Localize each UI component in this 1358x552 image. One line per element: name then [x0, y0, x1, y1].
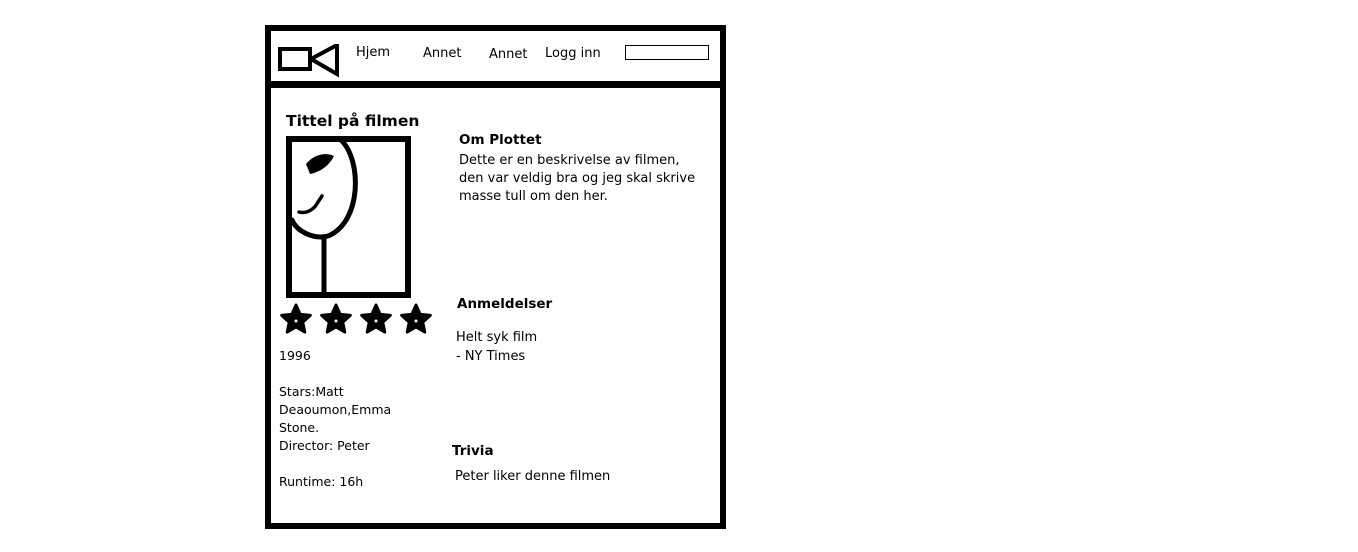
trivia-text: Peter liker denne filmen — [455, 469, 611, 484]
page-frame: Hjem Annet Annet Logg inn Tittel på film… — [265, 25, 726, 529]
star-icon — [280, 303, 312, 334]
plot-line-3: masse tull om den her. — [459, 189, 608, 204]
navbar: Hjem Annet Annet Logg inn — [271, 31, 720, 88]
release-year: 1996 — [279, 348, 311, 363]
plot-line-1: Dette er en beskrivelse av filmen, — [459, 153, 680, 168]
video-camera-icon[interactable] — [278, 44, 342, 78]
trivia-heading: Trivia — [452, 443, 494, 459]
search-input[interactable] — [625, 45, 709, 60]
plot-description: Dette er en beskrivelse av filmen, den v… — [459, 152, 695, 206]
nav-hjem-link[interactable]: Hjem — [356, 45, 390, 60]
face-drawing-icon — [286, 136, 411, 298]
director: Director: Peter — [279, 438, 370, 453]
cast-line-1: Stars:Matt — [279, 384, 344, 399]
review-item: Helt syk film - NY Times — [456, 328, 537, 366]
review-source: - NY Times — [456, 349, 526, 364]
runtime: Runtime: 16h — [279, 474, 364, 489]
plot-line-2: den var veldig bra og jeg skal skrive — [459, 171, 696, 186]
nav-annet-link-2[interactable]: Annet — [489, 47, 527, 62]
cast-line-2: Deaoumon,Emma — [279, 402, 392, 417]
review-quote: Helt syk film — [456, 330, 538, 345]
star-icon — [360, 303, 392, 334]
star-icon — [320, 303, 352, 334]
plot-heading: Om Plottet — [459, 132, 542, 148]
movie-title: Tittel på filmen — [286, 112, 420, 130]
nav-annet-link-1[interactable]: Annet — [423, 46, 461, 61]
cast-line-3: Stone. — [279, 420, 320, 435]
reviews-heading: Anmeldelser — [457, 296, 553, 312]
star-icon — [400, 303, 432, 334]
star-rating — [280, 303, 435, 337]
nav-login-link[interactable]: Logg inn — [545, 46, 601, 61]
cast-list: Stars:Matt Deaoumon,Emma Stone. Director… — [279, 383, 391, 455]
